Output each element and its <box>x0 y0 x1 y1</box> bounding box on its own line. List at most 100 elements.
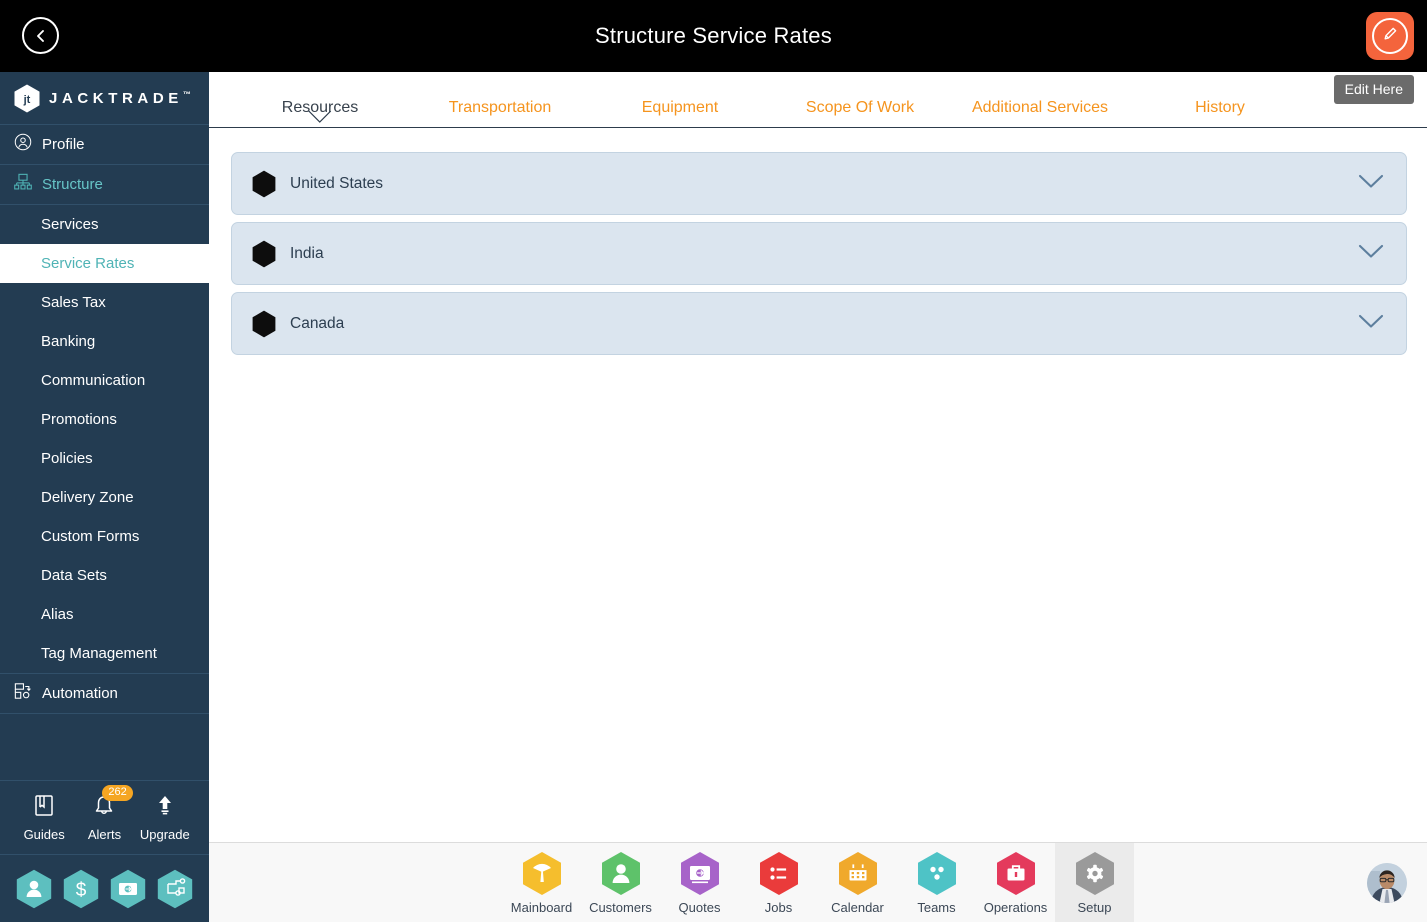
tab-label: Scope Of Work <box>805 99 915 116</box>
svg-text:$: $ <box>76 880 87 901</box>
sidebar-item-automation[interactable]: Automation <box>0 674 209 714</box>
app-root: Structure Service Rates jt JACKTRADE™ Pr… <box>0 0 1427 922</box>
tab-additional-services[interactable]: Additional Services <box>972 99 1108 117</box>
active-tab-caret-icon <box>307 110 333 128</box>
bottom-nav-label: Jobs <box>764 899 793 915</box>
sidebar-item-policies[interactable]: Policies <box>0 439 209 478</box>
sidebar-quick-actions: $ <box>0 856 209 922</box>
sidebar-item-profile[interactable]: Profile <box>0 125 209 165</box>
user-avatar[interactable] <box>1367 863 1407 903</box>
sidebar-item-label: Services <box>41 216 99 233</box>
chevron-down-icon[interactable] <box>1358 174 1384 194</box>
tab-scope-of-work[interactable]: Scope Of Work <box>806 99 914 117</box>
edit-button[interactable] <box>1366 12 1414 60</box>
sidebar-logo[interactable]: jt JACKTRADE™ <box>0 72 209 125</box>
hexagon-marker-icon <box>252 240 276 268</box>
bottom-nav-quotes[interactable]: Quotes <box>660 843 739 922</box>
bottom-nav-teams[interactable]: Teams <box>897 843 976 922</box>
svg-text:jt: jt <box>23 94 31 106</box>
upgrade-button[interactable]: Upgrade <box>135 794 195 842</box>
alerts-label: Alerts <box>87 826 122 842</box>
pencil-edit-icon <box>1380 24 1400 49</box>
sidebar-tools: Guides 262 Alerts Upgrade <box>0 780 209 855</box>
tab-label: History <box>1195 99 1245 116</box>
dollar-hex-icon[interactable]: $ <box>63 869 99 909</box>
bottom-nav-operations[interactable]: Operations <box>976 843 1055 922</box>
sidebar-item-sales-tax[interactable]: Sales Tax <box>0 283 209 322</box>
bottom-nav-label: Operations <box>983 899 1048 915</box>
sidebar-item-label: Communication <box>41 372 146 389</box>
upgrade-label: Upgrade <box>139 826 190 842</box>
tab-resources[interactable]: Resources <box>282 99 358 123</box>
sidebar-item-label: Data Sets <box>41 567 107 584</box>
sidebar-item-label: Automation <box>42 685 118 702</box>
sidebar-item-alias[interactable]: Alias <box>0 595 209 634</box>
sidebar-item-tag-management[interactable]: Tag Management <box>0 634 209 673</box>
tab-bar: Resources Transportation Equipment Scope… <box>209 72 1427 128</box>
automation-flow-icon <box>14 682 32 705</box>
sidebar-item-data-sets[interactable]: Data Sets <box>0 556 209 595</box>
guides-label: Guides <box>23 826 65 842</box>
sidebar: jt JACKTRADE™ Profile Structure Services… <box>0 72 209 922</box>
sidebar-item-structure[interactable]: Structure <box>0 165 209 205</box>
sidebar-item-communication[interactable]: Communication <box>0 361 209 400</box>
bottom-nav-calendar[interactable]: Calendar <box>818 843 897 922</box>
cash-hex-icon[interactable] <box>110 869 146 909</box>
alerts-button[interactable]: 262 Alerts <box>74 784 134 842</box>
bottom-nav-mainboard[interactable]: Mainboard <box>502 843 581 922</box>
accordion-row-label: United States <box>290 174 384 192</box>
accordion-row-india[interactable]: India <box>231 222 1407 285</box>
accordion-row-label: Canada <box>290 314 345 332</box>
tab-transportation[interactable]: Transportation <box>449 99 552 117</box>
logo-word-text: JACKTRADE <box>49 89 183 107</box>
bottom-nav-label: Teams <box>917 899 956 915</box>
jobs-icon <box>759 851 799 896</box>
bottom-nav-label: Mainboard <box>510 899 573 915</box>
gear-icon <box>1075 851 1115 896</box>
chevron-down-icon[interactable] <box>1358 244 1384 264</box>
accordion-row-united-states[interactable]: United States <box>231 152 1407 215</box>
operations-icon <box>996 851 1036 896</box>
page-title: Structure Service Rates <box>595 23 832 48</box>
book-icon <box>33 794 55 823</box>
sidebar-logo-text: JACKTRADE™ <box>49 90 191 107</box>
sidebar-item-label: Sales Tax <box>41 294 106 311</box>
sidebar-item-label: Tag Management <box>41 645 157 662</box>
mainboard-icon <box>522 851 562 896</box>
accordion-row-canada[interactable]: Canada <box>231 292 1407 355</box>
workflow-hex-icon[interactable] <box>157 869 193 909</box>
sidebar-item-delivery-zone[interactable]: Delivery Zone <box>0 478 209 517</box>
bottom-nav-label: Customers <box>589 899 652 915</box>
sidebar-item-promotions[interactable]: Promotions <box>0 400 209 439</box>
country-accordion-list: United States India Canada <box>209 128 1427 355</box>
sidebar-item-service-rates[interactable]: Service Rates <box>0 244 209 283</box>
sidebar-item-banking[interactable]: Banking <box>0 322 209 361</box>
guides-button[interactable]: Guides <box>14 794 74 842</box>
sidebar-item-label: Service Rates <box>41 255 135 272</box>
sidebar-item-services[interactable]: Services <box>0 205 209 244</box>
hexagon-marker-icon <box>252 170 276 198</box>
bottom-nav-bar: Mainboard Customers Quotes Jobs Calendar… <box>209 842 1427 922</box>
tab-history[interactable]: History <box>1195 99 1245 117</box>
tab-label: Additional Services <box>971 99 1109 116</box>
upload-arrow-icon <box>154 794 176 823</box>
sidebar-item-custom-forms[interactable]: Custom Forms <box>0 517 209 556</box>
edit-here-tooltip: Edit Here <box>1333 75 1414 104</box>
tab-label: Transportation <box>448 99 552 116</box>
sitemap-icon <box>14 173 32 196</box>
sidebar-item-label: Banking <box>41 333 96 350</box>
bottom-nav-customers[interactable]: Customers <box>581 843 660 922</box>
sidebar-item-label: Alias <box>41 606 74 623</box>
sidebar-item-label: Profile <box>42 136 85 153</box>
customers-icon <box>601 851 641 896</box>
tab-equipment[interactable]: Equipment <box>642 99 719 117</box>
bottom-nav-setup[interactable]: Setup <box>1055 842 1134 922</box>
bottom-nav-jobs[interactable]: Jobs <box>739 843 818 922</box>
sidebar-item-label: Custom Forms <box>41 528 140 545</box>
alerts-badge: 262 <box>102 784 133 801</box>
person-hex-icon[interactable] <box>16 869 52 909</box>
hexagon-marker-icon <box>252 310 276 338</box>
logo-tm: ™ <box>182 89 191 99</box>
bottom-nav-label: Calendar <box>831 899 884 915</box>
chevron-down-icon[interactable] <box>1358 314 1384 334</box>
